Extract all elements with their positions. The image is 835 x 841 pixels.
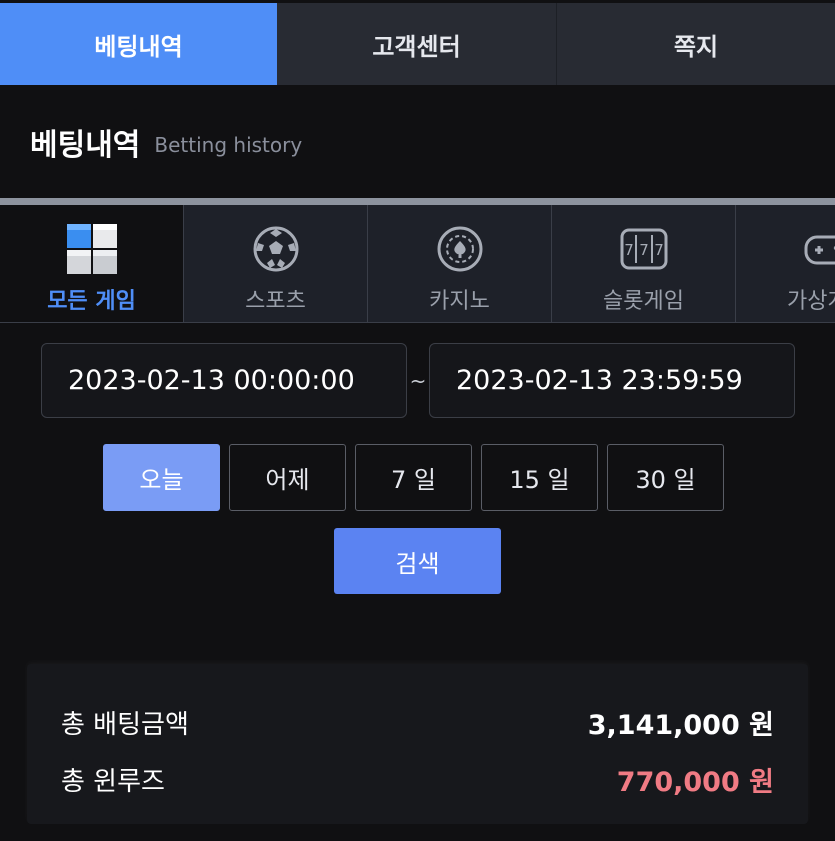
range-15days-button[interactable]: 15 일 bbox=[481, 444, 598, 511]
total-bet-label: 총 배팅금액 bbox=[61, 710, 189, 740]
top-nav: 베팅내역 고객센터 쪽지 bbox=[0, 3, 835, 85]
game-tab-slots[interactable]: 7 7 7 슬롯게임 bbox=[552, 205, 736, 322]
game-tab-label: 가상게임 bbox=[787, 289, 835, 314]
summary-panel: 총 배팅금액 3,141,000 원 총 윈루즈 770,000 원 bbox=[27, 664, 808, 824]
tab-betting-history[interactable]: 베팅내역 bbox=[0, 3, 277, 85]
total-bet-row: 총 배팅금액 3,141,000 원 bbox=[61, 694, 774, 751]
game-tab-casino[interactable]: 카지노 bbox=[368, 205, 552, 322]
search-button[interactable]: 검색 bbox=[334, 528, 501, 594]
svg-text:7: 7 bbox=[654, 241, 664, 259]
casino-chip-icon bbox=[434, 223, 486, 275]
game-category-tabs: 모든 게임 스포츠 카지노 7 7 7 슬롯게임 가상 bbox=[0, 198, 835, 323]
soccer-ball-icon bbox=[250, 223, 302, 275]
range-yesterday-button[interactable]: 어제 bbox=[229, 444, 346, 511]
page-subtitle: Betting history bbox=[154, 132, 303, 157]
date-range: 2023-02-13 00:00:00 ~ 2023-02-13 23:59:5… bbox=[41, 343, 795, 418]
game-tab-label: 스포츠 bbox=[245, 289, 306, 314]
end-date-input[interactable]: 2023-02-13 23:59:59 bbox=[429, 343, 795, 418]
slot-machine-icon: 7 7 7 bbox=[618, 223, 670, 275]
range-7days-button[interactable]: 7 일 bbox=[355, 444, 472, 511]
page-title: 베팅내역 bbox=[30, 127, 141, 163]
game-tab-label: 슬롯게임 bbox=[603, 289, 684, 314]
range-30days-button[interactable]: 30 일 bbox=[607, 444, 724, 511]
svg-text:7: 7 bbox=[639, 241, 649, 259]
svg-text:7: 7 bbox=[624, 241, 634, 259]
game-tab-label: 모든 게임 bbox=[47, 289, 136, 314]
total-winloss-label: 총 윈루즈 bbox=[61, 767, 165, 797]
date-separator: ~ bbox=[409, 368, 427, 393]
total-winloss-row: 총 윈루즈 770,000 원 bbox=[61, 751, 774, 808]
tab-messages[interactable]: 쪽지 bbox=[557, 3, 835, 85]
cubes-icon bbox=[66, 223, 118, 275]
game-tab-virtual[interactable]: 가상게임 bbox=[736, 205, 835, 322]
active-tab-indicator bbox=[0, 198, 184, 205]
game-tab-sports[interactable]: 스포츠 bbox=[184, 205, 368, 322]
total-winloss-value: 770,000 원 bbox=[616, 767, 774, 798]
range-today-button[interactable]: 오늘 bbox=[103, 444, 220, 511]
total-bet-value: 3,141,000 원 bbox=[587, 710, 774, 741]
start-date-input[interactable]: 2023-02-13 00:00:00 bbox=[41, 343, 407, 418]
game-tab-all[interactable]: 모든 게임 bbox=[0, 205, 184, 322]
page-header: 베팅내역 Betting history bbox=[0, 85, 835, 198]
gamepad-icon bbox=[802, 223, 835, 275]
game-tab-label: 카지노 bbox=[429, 289, 490, 314]
tab-customer-center[interactable]: 고객센터 bbox=[277, 3, 557, 85]
quick-range-buttons: 오늘 어제 7 일 15 일 30 일 bbox=[103, 444, 724, 511]
